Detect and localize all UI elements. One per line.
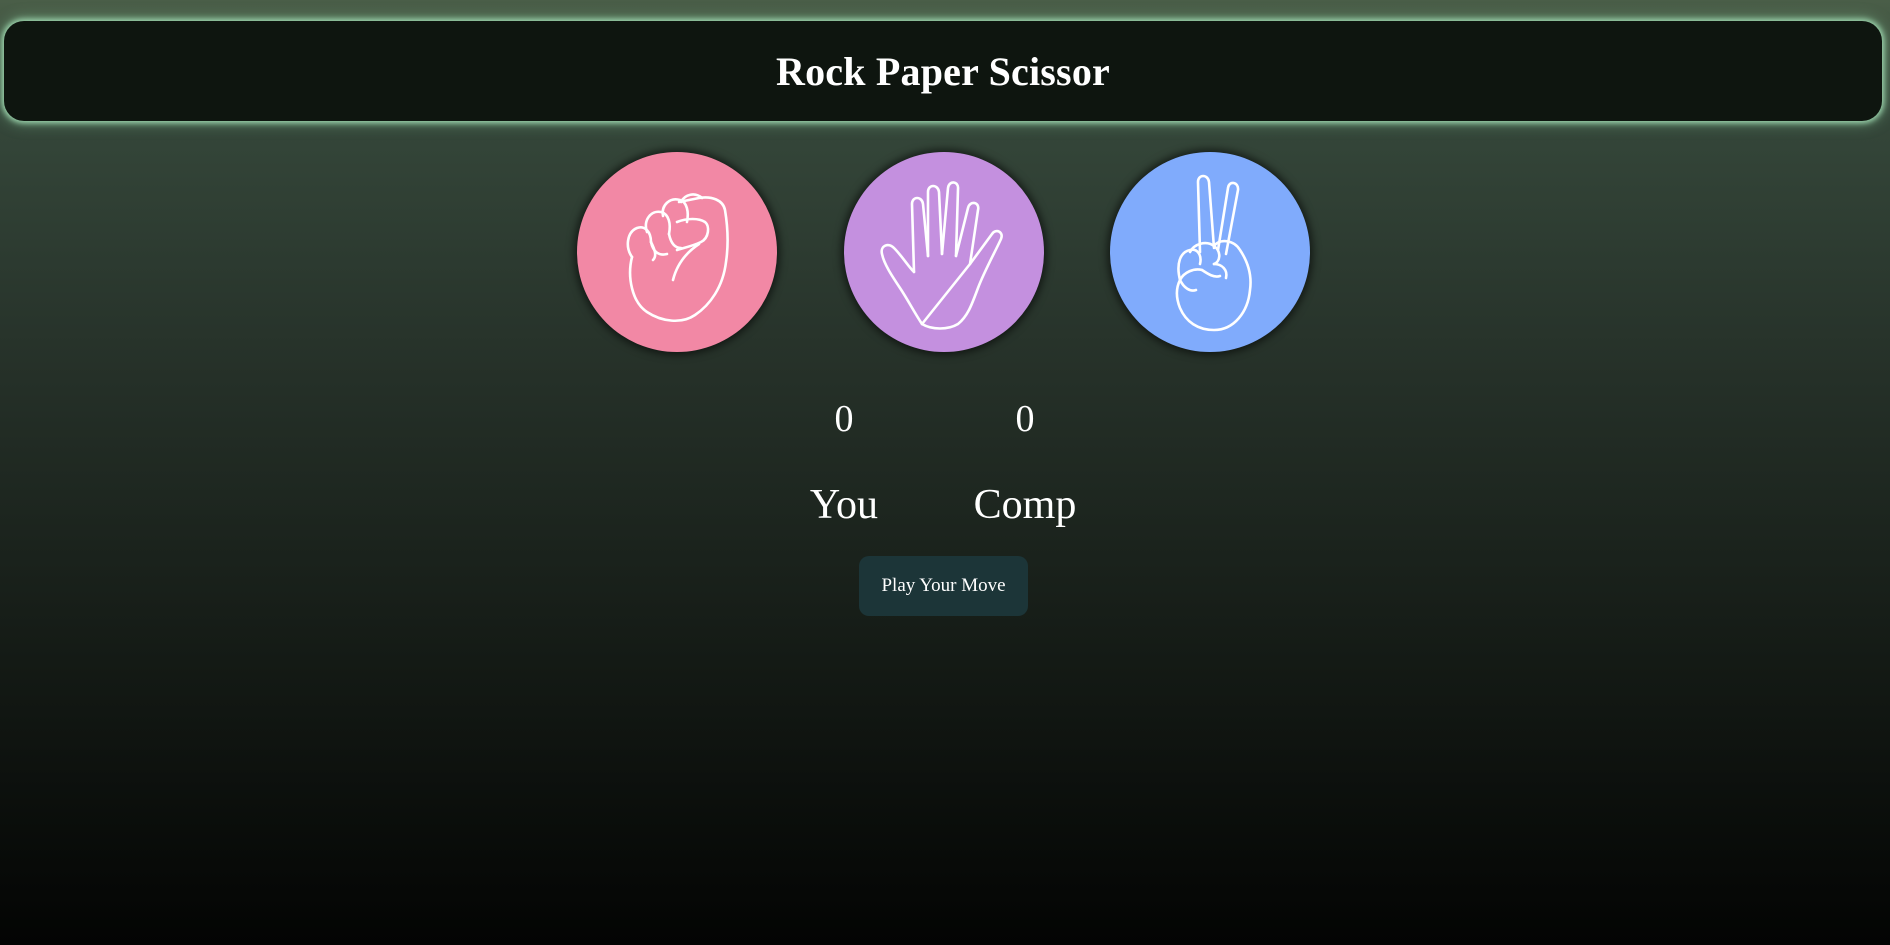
rock-choice-button[interactable] [577,152,777,352]
scissor-choice-button[interactable] [1110,152,1310,352]
rock-fist-icon [626,193,729,322]
comp-score: 0 [1015,398,1035,440]
user-score: 0 [834,398,854,440]
user-score-block: 0 You [744,395,944,531]
comp-score-label: Comp [973,482,1077,528]
scissor-hand-icon [1175,174,1252,332]
paper-choice-button[interactable] [844,152,1044,352]
choices-row [0,152,1890,352]
play-your-move-message[interactable]: Play Your Move [859,556,1028,616]
page-title: Rock Paper Scissor [776,48,1110,94]
comp-score-block: 0 Comp [925,395,1125,531]
paper-hand-icon [880,181,1003,330]
app-header: Rock Paper Scissor [4,21,1882,121]
user-score-label: You [809,482,879,528]
